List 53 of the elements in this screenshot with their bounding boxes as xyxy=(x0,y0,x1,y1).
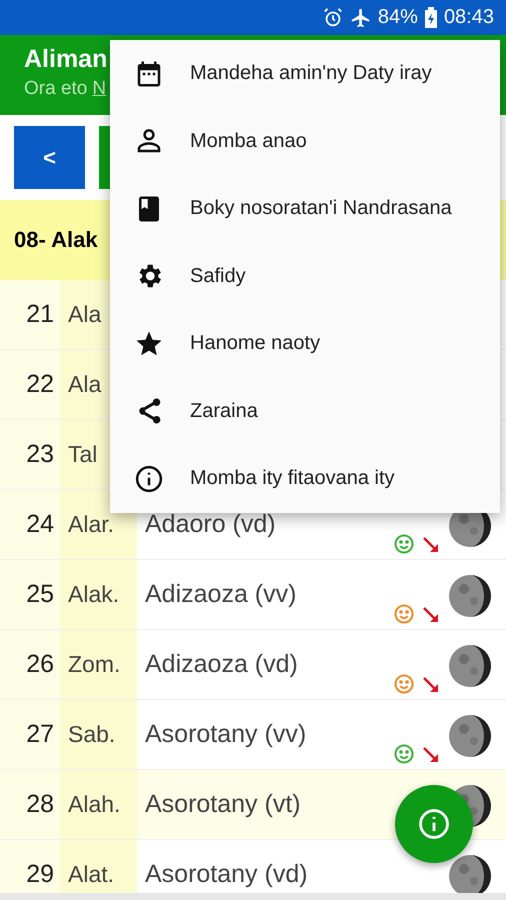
menu-item[interactable]: Mandeha amin'ny Daty iray xyxy=(110,40,500,108)
battery-icon xyxy=(424,6,438,28)
menu-item[interactable]: Zaraina xyxy=(110,378,500,445)
arrow-icon xyxy=(422,606,440,624)
day-number: 22 xyxy=(0,350,60,419)
app-subtitle: Ora eto xyxy=(24,78,88,100)
info-icon xyxy=(417,807,451,841)
weekday: Zom. xyxy=(68,651,120,678)
weekday: Sab. xyxy=(68,721,116,748)
day-row[interactable]: 28 Alah. Asorotany (vt) xyxy=(0,770,506,840)
day-number: 24 xyxy=(0,490,60,559)
day-number: 27 xyxy=(0,700,60,769)
menu-label: Momba anao xyxy=(190,130,307,153)
day-name: Adizaoza (vd) xyxy=(145,650,298,679)
weekday: Alar. xyxy=(68,511,114,538)
day-number: 21 xyxy=(0,280,60,349)
previous-button[interactable]: < xyxy=(14,126,85,189)
day-name: Asorotany (vt) xyxy=(145,790,301,819)
moon-icon xyxy=(448,714,492,758)
menu-label: Mandeha amin'ny Daty iray xyxy=(190,62,432,86)
day-row[interactable]: 26 Zom. Adizaoza (vd) xyxy=(0,630,506,700)
info-icon xyxy=(134,464,164,494)
menu-item[interactable]: Momba anao xyxy=(110,108,500,175)
arrow-icon xyxy=(422,676,440,694)
day-name: Adaoro (vd) xyxy=(145,510,276,539)
alarm-icon xyxy=(322,6,344,28)
day-number: 23 xyxy=(0,420,60,489)
weekday: Alak. xyxy=(68,581,120,608)
weekday: Ala xyxy=(68,371,102,398)
day-name: Asorotany (vv) xyxy=(145,720,306,749)
weekday: Ala xyxy=(68,301,102,328)
menu-label: Momba ity fitaovana ity xyxy=(190,467,395,490)
weekday: Tal xyxy=(68,441,98,468)
arrow-icon xyxy=(422,536,440,554)
weekday: Alah. xyxy=(68,791,120,818)
day-number: 26 xyxy=(0,630,60,699)
weekday: Alat. xyxy=(68,861,114,888)
moon-icon xyxy=(448,644,492,688)
battery-percent: 84% xyxy=(378,6,418,29)
moon-icon xyxy=(448,574,492,618)
menu-item[interactable]: Hanome naoty xyxy=(110,310,500,378)
menu-label: Hanome naoty xyxy=(190,332,320,356)
menu-label: Boky nosoratan'i Nandrasana xyxy=(190,197,452,220)
day-row[interactable]: 27 Sab. Asorotany (vv) xyxy=(0,700,506,770)
day-number: 25 xyxy=(0,560,60,629)
day-row[interactable]: 25 Alak. Adizaoza (vv) xyxy=(0,560,506,630)
clock-time: 08:43 xyxy=(444,6,494,29)
arrow-icon xyxy=(422,746,440,764)
menu-label: Zaraina xyxy=(190,400,258,423)
day-name: Adizaoza (vv) xyxy=(145,580,296,609)
airplane-icon xyxy=(350,6,372,28)
app-title: Aliman xyxy=(24,45,108,74)
day-name: Asorotany (vd) xyxy=(145,860,308,889)
